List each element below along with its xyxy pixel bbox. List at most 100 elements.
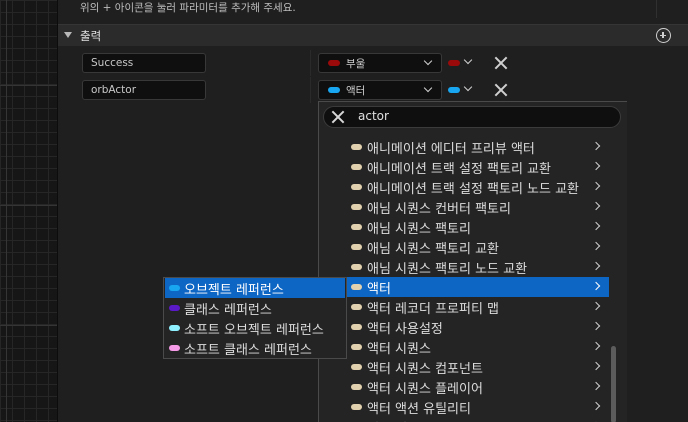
grid-line xyxy=(6,0,7,422)
chevron-right-icon[interactable] xyxy=(591,281,601,291)
pin-type-icon xyxy=(169,345,180,351)
reference-type-label: 오브젝트 레퍼런스 xyxy=(184,283,284,298)
outputs-section-header[interactable]: 출력 xyxy=(58,24,688,46)
type-list-item[interactable]: 액터 액션 유틸리티 xyxy=(319,417,609,422)
type-search-input[interactable]: actor xyxy=(323,106,621,128)
param-type-select[interactable]: 액터 xyxy=(318,80,442,100)
type-list-item-label: 애니메이션 에디터 프리뷰 액터 xyxy=(367,142,535,157)
type-list: 애니메이션 에디터 프리뷰 액터애니메이션 트랙 설정 팩토리 교환애니메이션 … xyxy=(319,137,609,422)
type-list-item-label: 애님 시퀀스 팩토리 xyxy=(367,222,471,237)
param-row-orbactor: orbActor 액터 xyxy=(58,77,688,103)
reference-type-item[interactable]: 소프트 오브젝트 레퍼런스 xyxy=(165,318,345,338)
type-list-item[interactable]: 액터 xyxy=(347,277,609,297)
pin-type-icon xyxy=(351,364,362,370)
pin-type-icon xyxy=(351,164,362,170)
chevron-down-icon xyxy=(463,82,473,92)
type-list-item-label: 애님 시퀀스 팩토리 노드 교환 xyxy=(367,262,528,277)
type-list-item-label: 애니메이션 트랙 설정 팩토리 교환 xyxy=(367,162,551,177)
remove-param-icon[interactable] xyxy=(494,56,508,70)
type-list-item[interactable]: 애니메이션 트랙 설정 팩토리 노드 교환 xyxy=(319,177,609,197)
add-output-icon[interactable] xyxy=(656,28,671,43)
divider xyxy=(310,77,311,103)
type-list-item-label: 액터 xyxy=(367,282,391,297)
type-list-item[interactable]: 애님 시퀀스 팩토리 xyxy=(319,217,609,237)
reference-type-label: 소프트 클래스 레퍼런스 xyxy=(184,343,312,358)
pin-type-icon xyxy=(448,60,460,66)
graph-canvas[interactable] xyxy=(0,0,58,422)
pin-type-icon xyxy=(169,305,180,311)
pin-type-icon xyxy=(351,384,362,390)
container-type-toggle[interactable] xyxy=(446,53,476,73)
type-list-item[interactable]: 애님 시퀀스 팩토리 노드 교환 xyxy=(319,257,609,277)
reference-type-item[interactable]: 오브젝트 레퍼런스 xyxy=(165,278,345,298)
type-list-item-label: 액터 사용설정 xyxy=(367,322,443,337)
chevron-right-icon[interactable] xyxy=(591,141,601,151)
divider xyxy=(656,0,657,18)
type-list-item[interactable]: 액터 액션 유틸리티 xyxy=(319,397,609,417)
type-list-item-label: 애니메이션 트랙 설정 팩토리 노드 교환 xyxy=(367,182,580,197)
param-type-select[interactable]: 부울 xyxy=(318,53,442,73)
scrollbar-thumb[interactable] xyxy=(611,346,616,422)
type-list-item[interactable]: 액터 사용설정 xyxy=(319,317,609,337)
type-list-item-label: 액터 시퀀스 컴포넌트 xyxy=(367,362,483,377)
chevron-right-icon[interactable] xyxy=(591,361,601,371)
type-list-item[interactable]: 애니메이션 에디터 프리뷰 액터 xyxy=(319,137,609,157)
reference-type-label: 클래스 레퍼런스 xyxy=(184,303,272,318)
type-list-item[interactable]: 액터 시퀀스 플레이어 xyxy=(319,377,609,397)
remove-param-icon[interactable] xyxy=(494,83,508,97)
type-list-item[interactable]: 액터 시퀀스 컴포넌트 xyxy=(319,357,609,377)
chevron-right-icon[interactable] xyxy=(591,241,601,251)
pin-type-icon xyxy=(328,87,340,93)
chevron-right-icon[interactable] xyxy=(591,181,601,191)
type-list-item[interactable]: 액터 시퀀스 xyxy=(319,337,609,357)
hint-text: 위의 + 아이콘을 눌러 파라미터를 추가해 주세요. xyxy=(80,2,296,14)
type-list-item[interactable]: 애니메이션 트랙 설정 팩토리 교환 xyxy=(319,157,609,177)
type-list-item-label: 액터 시퀀스 플레이어 xyxy=(367,382,483,397)
chevron-right-icon[interactable] xyxy=(591,261,601,271)
pin-type-icon xyxy=(351,304,362,310)
param-name-input[interactable]: orbActor xyxy=(82,80,206,100)
param-row-success: Success 부울 xyxy=(58,50,688,76)
pin-type-icon xyxy=(351,144,362,150)
chevron-right-icon[interactable] xyxy=(591,341,601,351)
type-list-item[interactable]: 액터 레코더 프로퍼티 맵 xyxy=(319,297,609,317)
param-name-input[interactable]: Success xyxy=(82,53,206,73)
chevron-down-icon xyxy=(463,55,473,65)
reference-type-label: 소프트 오브젝트 레퍼런스 xyxy=(184,323,324,338)
type-list-item-label: 애님 시퀀스 컨버터 팩토리 xyxy=(367,202,511,217)
pin-type-icon xyxy=(351,324,362,330)
pin-type-icon xyxy=(351,404,362,410)
divider xyxy=(310,50,311,76)
chevron-down-icon xyxy=(423,56,433,66)
search-value: actor xyxy=(358,109,389,123)
chevron-right-icon[interactable] xyxy=(591,301,601,311)
reference-type-item[interactable]: 소프트 클래스 레퍼런스 xyxy=(165,338,345,358)
collapse-caret-icon[interactable] xyxy=(64,32,72,38)
type-list-item[interactable]: 애님 시퀀스 팩토리 교환 xyxy=(319,237,609,257)
pin-type-icon xyxy=(169,285,180,291)
chevron-right-icon[interactable] xyxy=(591,381,601,391)
param-type-label: 부울 xyxy=(346,58,366,70)
pin-type-icon xyxy=(351,264,362,270)
section-title: 출력 xyxy=(80,29,102,43)
chevron-right-icon[interactable] xyxy=(591,221,601,231)
chevron-right-icon[interactable] xyxy=(591,201,601,211)
pin-type-icon xyxy=(351,184,362,190)
grid-line xyxy=(0,205,57,206)
chevron-right-icon[interactable] xyxy=(591,401,601,411)
pin-type-icon xyxy=(351,284,362,290)
pin-type-icon xyxy=(351,244,362,250)
chevron-down-icon xyxy=(423,83,433,93)
chevron-right-icon[interactable] xyxy=(591,161,601,171)
grid-line xyxy=(0,325,57,326)
type-list-item[interactable]: 애님 시퀀스 컨버터 팩토리 xyxy=(319,197,609,217)
reference-type-submenu: 오브젝트 레퍼런스클래스 레퍼런스소프트 오브젝트 레퍼런스소프트 클래스 레퍼… xyxy=(163,277,347,359)
container-type-toggle[interactable] xyxy=(446,80,476,100)
pin-type-icon xyxy=(351,204,362,210)
chevron-right-icon[interactable] xyxy=(591,321,601,331)
pin-type-icon xyxy=(328,60,340,66)
pin-type-icon xyxy=(351,344,362,350)
reference-type-item[interactable]: 클래스 레퍼런스 xyxy=(165,298,345,318)
close-icon[interactable] xyxy=(332,111,344,123)
type-list-item-label: 액터 액션 유틸리티 xyxy=(367,402,471,417)
